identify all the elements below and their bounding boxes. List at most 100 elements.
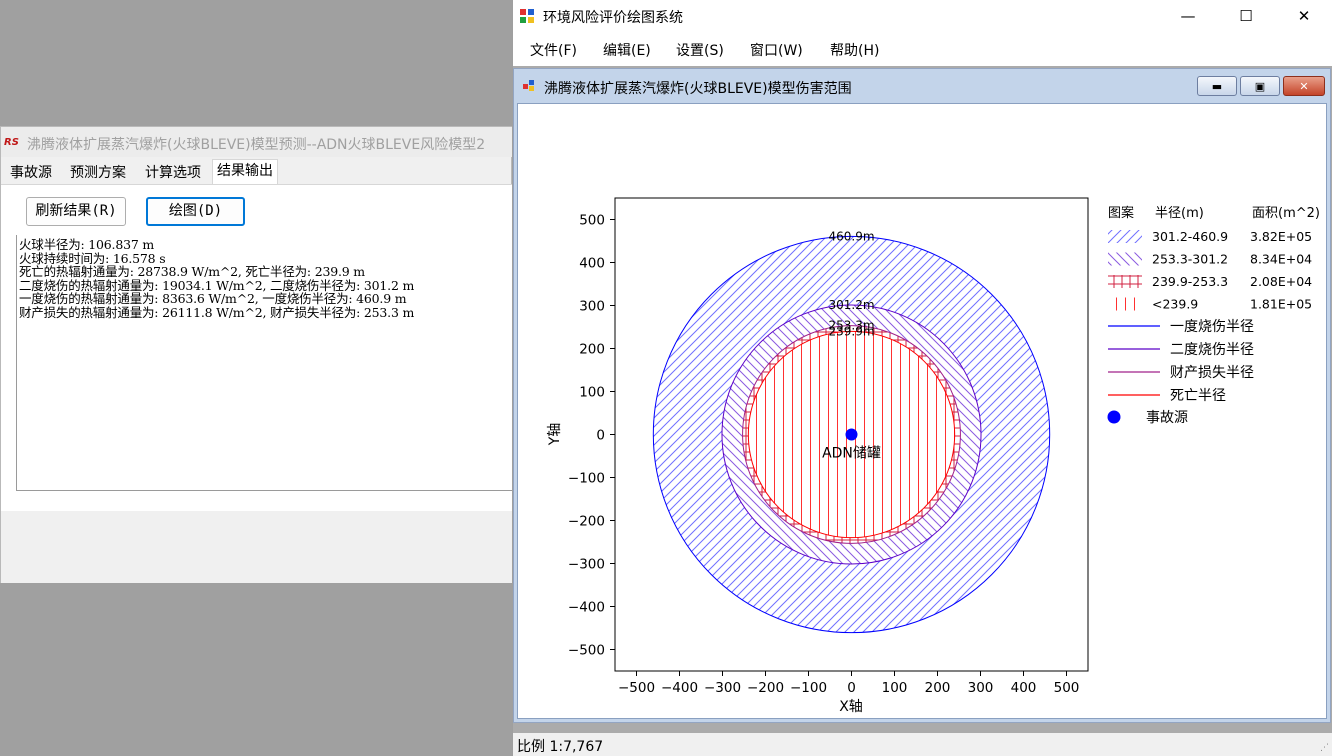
child-close-button[interactable]: ✕: [1283, 76, 1325, 96]
x-tick-label: −100: [790, 680, 827, 696]
y-tick-label: 200: [579, 342, 605, 358]
chart-canvas[interactable]: 460.9m 301.2m 253.3m 239.9m ADN储罐 −500 −400 −3…: [517, 103, 1327, 719]
maximize-button[interactable]: ☐: [1217, 0, 1275, 32]
menu-bar: 文件(F) 编辑(E) 设置(S) 窗口(W) 帮助(H): [513, 32, 1332, 66]
menu-settings[interactable]: 设置(S): [676, 40, 724, 60]
mdi-client-area: 沸腾液体扩展蒸汽爆炸(火球BLEVE)模型伤害范围 ▬ ▣ ✕ 460.9m 3…: [513, 66, 1332, 733]
legend-line-label: 财产损失半径: [1170, 365, 1254, 381]
result-line-death: 死亡的热辐射通量为: 28738.9 W/m^2, 死亡半径为: 239.9 m: [19, 264, 365, 279]
legend-swatch: [1108, 275, 1142, 288]
child-window-icon: [523, 80, 534, 91]
legend-header: 面积(m^2): [1252, 206, 1320, 221]
legend-line-label: 死亡半径: [1170, 388, 1226, 404]
tab-strip: 事故源 预测方案 计算选项 结果输出: [1, 159, 513, 185]
legend-range: <239.9: [1152, 297, 1198, 312]
y-tick-label: −200: [568, 514, 605, 530]
menu-window[interactable]: 窗口(W): [750, 40, 803, 60]
x-axis-label: X轴: [839, 699, 863, 715]
circle-radius-label-1: 460.9m: [828, 229, 874, 243]
y-tick-label: 500: [579, 213, 605, 229]
y-tick-label: 0: [596, 428, 605, 444]
y-tick-label: −400: [568, 600, 605, 616]
y-tick-label: −300: [568, 557, 605, 573]
legend-marker-label: 事故源: [1146, 410, 1188, 426]
legend-range: 253.3-301.2: [1152, 252, 1228, 267]
x-tick-label: −500: [618, 680, 655, 696]
legend-swatch: [1108, 230, 1142, 243]
legend-range: 301.2-460.9: [1152, 229, 1228, 244]
x-tick-label: −400: [661, 680, 698, 696]
plotting-app-window: 环境风险评价绘图系统 — ☐ ✕ 文件(F) 编辑(E) 设置(S) 窗口(W)…: [512, 0, 1332, 756]
x-tick-label: 300: [968, 680, 994, 696]
result-line-fireball-radius: 火球半径为: 106.837 m: [19, 237, 155, 252]
circle-radius-label-2: 301.2m: [828, 298, 874, 312]
app-icon: [520, 9, 534, 23]
minimize-button[interactable]: —: [1159, 0, 1217, 32]
app-title: 环境风险评价绘图系统: [543, 10, 683, 26]
result-line-fireball-duration: 火球持续时间为: 16.578 s: [19, 250, 166, 266]
legend-area: 8.34E+04: [1250, 252, 1312, 267]
svg-text:RS: RS: [4, 137, 19, 146]
legend-line-label: 二度烧伤半径: [1170, 342, 1254, 358]
restore-icon: ▣: [1254, 79, 1266, 93]
status-bar: 比例 1:7,767 ⋰: [513, 733, 1332, 756]
x-tick-label: 200: [925, 680, 951, 696]
prediction-window-title: 沸腾液体扩展蒸汽爆炸(火球BLEVE)模型预测--ADN火球BLEVE风险模型2: [27, 137, 486, 153]
accident-source-label: ADN储罐: [822, 446, 881, 462]
legend-area: 2.08E+04: [1250, 274, 1312, 289]
y-tick-label: 100: [579, 385, 605, 401]
app-logo-icon: RS: [4, 137, 19, 146]
menu-file[interactable]: 文件(F): [530, 40, 577, 60]
tab-accident-source[interactable]: 事故源: [5, 161, 57, 183]
result-line-second-degree: 二度烧伤的热辐射通量为: 19034.1 W/m^2, 二度烧伤半径为: 301…: [19, 277, 415, 293]
prediction-window-footer: [1, 511, 513, 583]
refresh-results-button[interactable]: 刷新结果(R): [26, 197, 126, 226]
tab-prediction-plan[interactable]: 预测方案: [65, 161, 131, 183]
close-icon: ✕: [1297, 7, 1311, 25]
legend-marker: [1107, 410, 1121, 424]
scale-status: 比例 1:7,767: [517, 739, 604, 755]
tab-result-output[interactable]: 结果输出: [212, 159, 278, 185]
chart-child-title: 沸腾液体扩展蒸汽爆炸(火球BLEVE)模型伤害范围: [544, 81, 852, 97]
legend-header: 图案: [1108, 206, 1134, 221]
chart-child-titlebar[interactable]: 沸腾液体扩展蒸汽爆炸(火球BLEVE)模型伤害范围 ▬ ▣ ✕: [514, 69, 1330, 101]
legend-swatch: [1108, 297, 1142, 311]
legend-range: 239.9-253.3: [1152, 274, 1228, 289]
child-restore-button[interactable]: ▣: [1240, 76, 1280, 96]
x-tick-label: −300: [704, 680, 741, 696]
legend-area: 3.82E+05: [1250, 229, 1312, 244]
minimize-icon: ▬: [1211, 79, 1223, 93]
menu-help[interactable]: 帮助(H): [830, 40, 879, 60]
result-line-property: 财产损失的热辐射通量为: 26111.8 W/m^2, 财产损失半径为: 253…: [19, 304, 415, 320]
menu-edit[interactable]: 编辑(E): [603, 40, 651, 60]
legend-area: 1.81E+05: [1250, 297, 1312, 312]
legend-header: 半径(m): [1155, 206, 1204, 221]
y-tick-label: −100: [568, 471, 605, 487]
child-minimize-button[interactable]: ▬: [1197, 76, 1237, 96]
x-tick-label: −200: [747, 680, 784, 696]
result-textbox[interactable]: 火球半径为: 106.837 m 火球持续时间为: 16.578 s 死亡的热辐…: [16, 235, 514, 491]
y-tick-label: −500: [568, 643, 605, 659]
minimize-icon: —: [1180, 7, 1196, 25]
accident-source-marker: [845, 428, 858, 441]
prediction-window-titlebar[interactable]: RS 沸腾液体扩展蒸汽爆炸(火球BLEVE)模型预测--ADN火球BLEVE风险…: [1, 127, 513, 157]
plot-button[interactable]: 绘图(D): [146, 197, 245, 226]
x-tick-label: 0: [847, 680, 856, 696]
legend-line-label: 一度烧伤半径: [1170, 319, 1254, 335]
circle-radius-label-4: 239.9m: [828, 324, 874, 338]
y-tick-label: 300: [579, 299, 605, 315]
x-tick-label: 100: [882, 680, 908, 696]
close-icon: ✕: [1299, 79, 1309, 93]
tab-calc-options[interactable]: 计算选项: [140, 161, 206, 183]
x-tick-label: 500: [1054, 680, 1080, 696]
legend-swatch: [1108, 252, 1142, 266]
result-line-first-degree: 一度烧伤的热辐射通量为: 8363.6 W/m^2, 一度烧伤半径为: 460.…: [19, 291, 407, 306]
close-button[interactable]: ✕: [1275, 0, 1332, 32]
app-titlebar[interactable]: 环境风险评价绘图系统 — ☐ ✕: [513, 0, 1332, 32]
prediction-window: RS 沸腾液体扩展蒸汽爆炸(火球BLEVE)模型预测--ADN火球BLEVE风险…: [0, 126, 514, 583]
chart-child-window: 沸腾液体扩展蒸汽爆炸(火球BLEVE)模型伤害范围 ▬ ▣ ✕ 460.9m 3…: [513, 68, 1331, 723]
y-tick-label: 400: [579, 256, 605, 272]
x-tick-label: 400: [1011, 680, 1037, 696]
resize-grip-icon[interactable]: ⋰: [1320, 743, 1329, 753]
y-axis-label: Y轴: [547, 423, 563, 447]
